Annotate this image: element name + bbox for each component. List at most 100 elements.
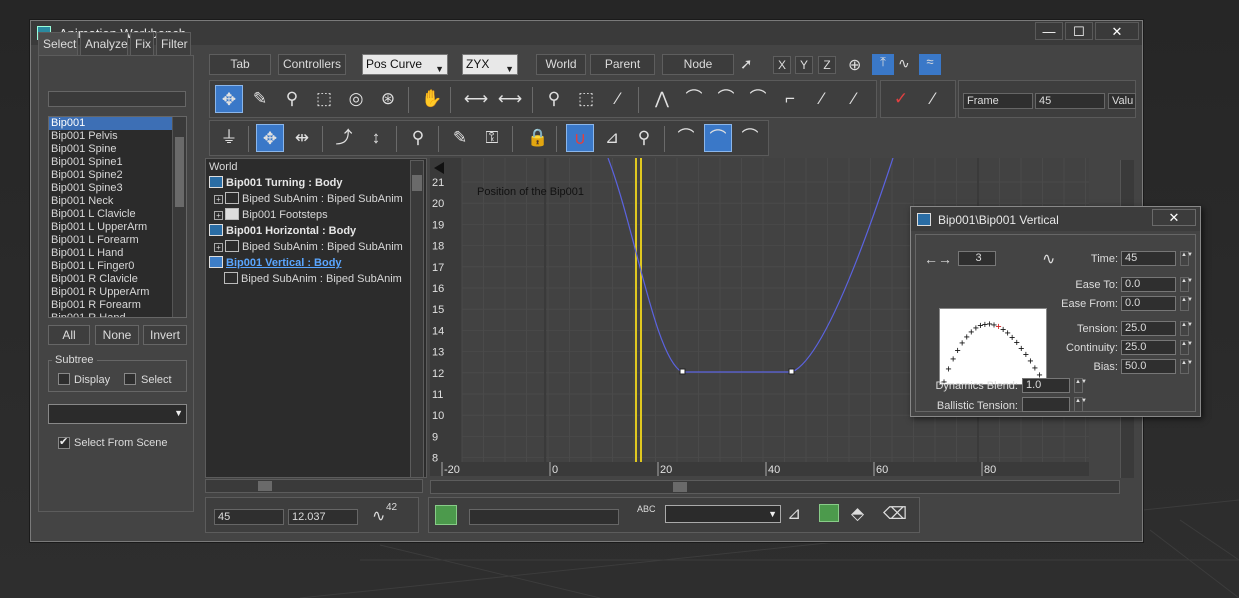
tab-analyze[interactable]: Analyze xyxy=(80,32,128,56)
node-button[interactable]: Node xyxy=(662,54,734,75)
list-item[interactable]: Bip001 Spine1 xyxy=(49,156,186,169)
curve-count-icon[interactable]: ∿ xyxy=(372,506,385,526)
list-item[interactable]: Bip001 xyxy=(49,117,186,130)
continuity-spinner[interactable]: ▲▼ xyxy=(1180,340,1193,355)
move-icon[interactable]: ✥ xyxy=(256,124,284,152)
list-item[interactable]: Bip001 L UpperArm xyxy=(49,221,186,234)
bias-spinner[interactable]: ▲▼ xyxy=(1180,359,1193,374)
tree-row-selected[interactable]: Bip001 Vertical : Body xyxy=(209,255,342,271)
dynamics-blend-spinner[interactable]: ▲▼ xyxy=(1074,378,1087,393)
multi-wave-icon[interactable]: ≈ xyxy=(919,54,941,75)
graph-key-icon[interactable]: ⊿ xyxy=(787,504,801,524)
expand-icon[interactable]: + xyxy=(214,195,223,204)
world-button[interactable]: World xyxy=(536,54,586,75)
ballistic-tension-input[interactable] xyxy=(1022,397,1070,412)
node-list-scrollbar[interactable] xyxy=(172,117,186,317)
graph-icon[interactable]: ⊿ xyxy=(598,124,626,152)
wave-icon[interactable]: ∿ xyxy=(898,55,910,72)
list-item[interactable]: Bip001 Pelvis xyxy=(49,130,186,143)
trash-key-icon[interactable]: ⌫ xyxy=(883,504,907,524)
list-item[interactable]: Bip001 Spine2 xyxy=(49,169,186,182)
lock-icon[interactable]: 🔒 xyxy=(524,124,552,152)
select-all-button[interactable]: All xyxy=(48,325,90,345)
curve-type-select[interactable]: Pos Curve ▼ xyxy=(362,54,448,75)
keys-delete-icon[interactable]: ⚿ xyxy=(478,124,506,152)
arc-key-icon[interactable]: ⌒ xyxy=(704,124,732,152)
tree-horizontal-scrollbar[interactable] xyxy=(205,479,423,493)
tangent-fast-icon[interactable]: ⌒ xyxy=(744,85,772,113)
magnet-icon[interactable]: ∪ xyxy=(566,124,594,152)
minimize-button[interactable]: — xyxy=(1035,22,1063,40)
tab-button[interactable]: Tab xyxy=(209,54,271,75)
tree-root-world[interactable]: World xyxy=(209,159,238,175)
region-select-icon[interactable]: ⬚ xyxy=(310,85,338,113)
time-input[interactable]: 45 xyxy=(1121,251,1176,266)
z-axis-button[interactable]: Z xyxy=(818,56,836,74)
tree-row[interactable]: Bip001 Turning : Body xyxy=(209,175,343,191)
ballistic-tension-spinner[interactable]: ▲▼ xyxy=(1074,397,1087,412)
tangent-step-icon[interactable]: ⌐ xyxy=(776,85,804,113)
tangent-type-icon[interactable]: ∿ xyxy=(1042,249,1055,269)
select-invert-button[interactable]: Invert xyxy=(143,325,187,345)
ease-to-spinner[interactable]: ▲▼ xyxy=(1180,277,1193,292)
delete-key-icon[interactable]: ⌒ xyxy=(736,124,764,152)
maximize-button[interactable]: ☐ xyxy=(1065,22,1093,40)
list-item[interactable]: Bip001 L Hand xyxy=(49,247,186,260)
list-item[interactable]: Bip001 L Finger0 xyxy=(49,260,186,273)
lock-tangent-icon[interactable]: ⊛ xyxy=(374,85,402,113)
list-item[interactable]: Bip001 R Clavicle xyxy=(49,273,186,286)
continuity-input[interactable]: 25.0 xyxy=(1121,340,1176,355)
break-tangent-icon[interactable]: ✓ xyxy=(887,85,915,113)
tangent-auto-icon[interactable]: ⋀ xyxy=(648,85,676,113)
fit-vertical-icon[interactable]: ⟷ xyxy=(496,85,524,113)
tension-spinner[interactable]: ▲▼ xyxy=(1180,321,1193,336)
add-key-icon[interactable]: ⚲ xyxy=(278,85,306,113)
tangent-custom-icon[interactable]: ⁄ xyxy=(840,85,868,113)
tab-filter[interactable]: Filter xyxy=(156,32,191,56)
arc-icon[interactable]: ⌒ xyxy=(672,124,700,152)
scale-time-icon[interactable]: ↕ xyxy=(362,124,390,152)
ease-to-input[interactable]: 0.0 xyxy=(1121,277,1176,292)
tab-select[interactable]: Select xyxy=(38,32,78,56)
fit-horizontal-icon[interactable]: ⟷ xyxy=(462,85,490,113)
display-checkbox[interactable] xyxy=(58,373,70,385)
parent-button[interactable]: Parent xyxy=(590,54,655,75)
frame-input[interactable]: 45 xyxy=(1035,93,1105,109)
time-spinner[interactable]: ▲▼ xyxy=(1180,251,1193,266)
tree-row[interactable]: + Bip001 Footsteps xyxy=(214,207,328,223)
tree-row[interactable]: Biped SubAnim : Biped SubAnim xyxy=(224,271,402,287)
filter-icon[interactable]: ⏚ xyxy=(215,124,243,152)
status-frame-field[interactable]: 45 xyxy=(214,509,284,525)
set-key-icon[interactable] xyxy=(819,504,839,522)
ease-from-spinner[interactable]: ▲▼ xyxy=(1180,296,1193,311)
expand-icon[interactable]: + xyxy=(214,243,223,252)
list-item[interactable]: Bip001 Neck xyxy=(49,195,186,208)
scale-values-icon[interactable]: ⤴ xyxy=(330,124,358,152)
draw-curve-icon[interactable]: ✎ xyxy=(246,85,274,113)
controllers-button[interactable]: Controllers xyxy=(278,54,346,75)
tangent-slow-icon[interactable]: ⌒ xyxy=(712,85,740,113)
list-item[interactable]: Bip001 R Hand xyxy=(49,312,186,317)
unify-tangent-icon[interactable]: ⁄ xyxy=(919,85,947,113)
pan-hand-icon[interactable]: ✋ xyxy=(418,85,446,113)
select-keys-icon[interactable] xyxy=(435,505,457,525)
select-checkbox[interactable] xyxy=(124,373,136,385)
x-axis-button[interactable]: X xyxy=(773,56,791,74)
select-none-button[interactable]: None xyxy=(95,325,139,345)
close-button[interactable]: ✕ xyxy=(1095,22,1139,40)
zoom-region-icon[interactable]: ⬚ xyxy=(572,85,600,113)
list-item[interactable]: Bip001 L Forearm xyxy=(49,234,186,247)
scroll-thumb[interactable] xyxy=(175,137,184,207)
tree-row[interactable]: Bip001 Horizontal : Body xyxy=(209,223,356,239)
insert-key-icon[interactable]: ⚲ xyxy=(404,124,432,152)
track-tree[interactable]: World Bip001 Turning : Body + Biped SubAn… xyxy=(205,158,427,478)
list-item[interactable]: Bip001 R Forearm xyxy=(49,299,186,312)
orbit-icon[interactable]: ⊕ xyxy=(848,55,861,75)
dialog-close-button[interactable]: ✕ xyxy=(1152,209,1196,226)
slide-keys-icon[interactable]: ⇹ xyxy=(288,124,316,152)
node-filter-input[interactable] xyxy=(48,91,186,107)
key-mode-icon[interactable]: ⤒ xyxy=(872,54,894,75)
tension-input[interactable]: 25.0 xyxy=(1121,321,1176,336)
spellcheck-icon[interactable]: ABC xyxy=(637,504,656,514)
list-item[interactable]: Bip001 R UpperArm xyxy=(49,286,186,299)
